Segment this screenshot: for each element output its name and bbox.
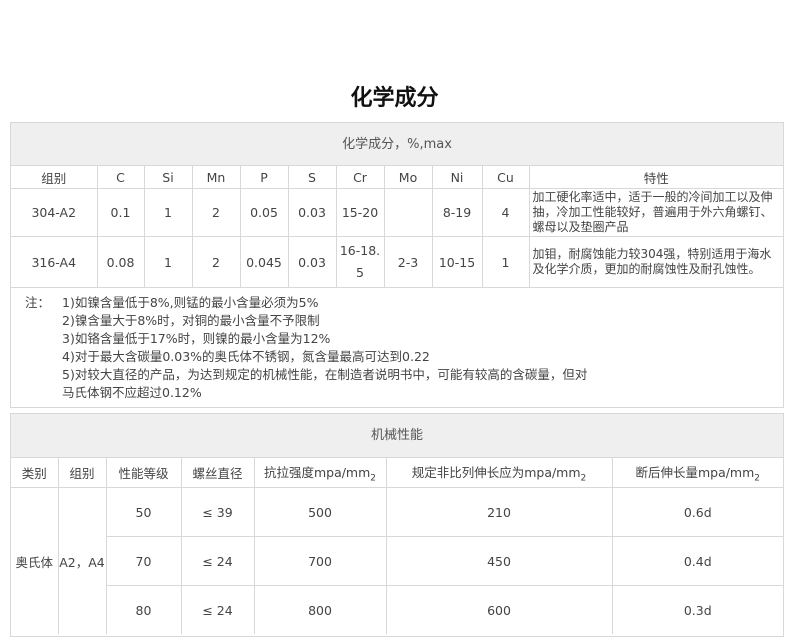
- table-cell: 600: [385, 585, 613, 634]
- col-header: 抗拉强度mpa/mm2: [253, 458, 387, 488]
- table-cell: 4: [481, 188, 530, 237]
- table-cell: 80: [106, 585, 182, 634]
- col-header: S: [287, 166, 337, 189]
- table-cell: 2-3: [383, 236, 433, 288]
- mechanical-table: 类别 组别 性能等级 螺丝直径 抗拉强度mpa/mm2 规定非比列伸长应为mpa…: [11, 458, 783, 634]
- table-cell: 0.045: [239, 236, 289, 288]
- col-header: Cr: [335, 166, 385, 189]
- feature-cell: 加钼，耐腐蚀能力较304强，特别适用于海水及化学介质，更加的耐腐蚀性及耐孔蚀性。: [528, 236, 783, 288]
- table-cell: 0.03: [287, 236, 337, 288]
- notes-block: 注： 1)如镍含量低于8%,则锰的最小含量必须为5% 2)镍含量大于8%时，对铜…: [11, 288, 783, 402]
- chemical-header-row: 组别 C Si Mn P S Cr Mo Ni Cu 特性: [11, 166, 783, 189]
- table-cell: 316-A4: [11, 236, 98, 288]
- table-cell: 16-18.5: [335, 236, 385, 288]
- table-cell: 304-A2: [11, 188, 98, 237]
- table-cell: 1: [143, 236, 193, 288]
- table-cell: 10-15: [431, 236, 483, 288]
- table-cell: ≤ 24: [180, 585, 255, 634]
- table-cell: 0.1: [96, 188, 145, 237]
- col-header: 断后伸长量mpa/mm2: [611, 458, 783, 488]
- table-cell: 0.08: [96, 236, 145, 288]
- col-header-text: 断后伸长量mpa/mm: [635, 464, 755, 480]
- col-header: 螺丝直径: [180, 458, 255, 488]
- table-cell: 70: [106, 536, 182, 586]
- group-cell: A2，A4: [57, 487, 107, 634]
- table-cell: 500: [253, 487, 387, 537]
- table-cell: 450: [385, 536, 613, 586]
- feature-cell: 加工硬化率适中，适于一般的冷间加工以及伸抽，冷加工性能较好，普遍用于外六角螺钉、…: [528, 188, 783, 237]
- table-cell: 0.4d: [611, 536, 783, 586]
- table-cell: 15-20: [335, 188, 385, 237]
- col-header: Mn: [191, 166, 241, 189]
- chemical-composition-section: 化学成分，%,max 组别 C Si Mn P S Cr Mo Ni Cu 特性…: [10, 122, 784, 408]
- col-header: 类别: [11, 458, 59, 488]
- col-header: Ni: [431, 166, 483, 189]
- col-header: Mo: [383, 166, 433, 189]
- col-header-text: 规定非比列伸长应为mpa/mm: [411, 464, 581, 480]
- table-cell: 700: [253, 536, 387, 586]
- table-cell: ≤ 39: [180, 487, 255, 537]
- mechanical-header-row: 类别 组别 性能等级 螺丝直径 抗拉强度mpa/mm2 规定非比列伸长应为mpa…: [11, 458, 783, 488]
- table-cell: 0.03: [287, 188, 337, 237]
- col-header: P: [239, 166, 289, 189]
- note-line: 马氏体钢不应超过0.12%: [62, 385, 202, 400]
- col-header: 规定非比列伸长应为mpa/mm2: [385, 458, 613, 488]
- page-title: 化学成分: [350, 86, 439, 111]
- col-header-text: 抗拉强度mpa/mm: [263, 464, 371, 480]
- col-header: 特性: [528, 166, 783, 189]
- note-line: 5)对较大直径的产品，为达到规定的机械性能，在制造者说明书中，可能有较高的含碳量…: [62, 367, 588, 382]
- table-cell: 2: [191, 236, 241, 288]
- unit-subscript: 2: [370, 473, 377, 484]
- table-row: 80 ≤ 24 800 600 0.3d: [11, 585, 783, 634]
- unit-subscript: 2: [580, 473, 587, 484]
- mechanical-properties-section: 机械性能 类别 组别 性能等级 螺丝直径 抗拉强度mpa/mm2 规定非比列伸长…: [10, 413, 784, 637]
- note-line: 3)如铬含量低于17%时，则镍的最小含量为12%: [62, 331, 331, 346]
- col-header: 性能等级: [105, 458, 182, 488]
- note-line: 2)镍含量大于8%时，对铜的最小含量不予限制: [62, 313, 320, 328]
- notes-label: 注：: [25, 295, 51, 310]
- note-line: 4)对于最大含碳量0.03%的奥氏体不锈钢，氮含量最高可达到0.22: [62, 349, 430, 364]
- col-header: 组别: [11, 166, 98, 189]
- table-cell: 210: [385, 487, 613, 537]
- table-row: 316-A4 0.08 1 2 0.045 0.03 16-18.5 2-3 1…: [11, 236, 783, 288]
- col-header: Si: [143, 166, 193, 189]
- table-cell: 0.3d: [611, 585, 783, 634]
- table-cell: 1: [143, 188, 193, 237]
- table-cell: 8-19: [431, 188, 483, 237]
- table-cell: 0.6d: [611, 487, 783, 537]
- table-cell: [383, 188, 433, 237]
- col-header: C: [96, 166, 145, 189]
- table-cell: 1: [481, 236, 530, 288]
- table-row: 304-A2 0.1 1 2 0.05 0.03 15-20 8-19 4 加工…: [11, 188, 783, 237]
- chemical-table: 组别 C Si Mn P S Cr Mo Ni Cu 特性 304-A2 0.1…: [11, 166, 783, 288]
- chemical-caption: 化学成分，%,max: [11, 123, 783, 166]
- table-cell: ≤ 24: [180, 536, 255, 586]
- table-cell: 0.05: [239, 188, 289, 237]
- table-row: 70 ≤ 24 700 450 0.4d: [11, 536, 783, 586]
- table-cell: 800: [253, 585, 387, 634]
- col-header: 组别: [57, 458, 107, 488]
- category-cell: 奥氏体: [11, 487, 59, 634]
- table-cell: 2: [191, 188, 241, 237]
- table-cell: 50: [105, 487, 182, 537]
- unit-subscript: 2: [754, 473, 761, 484]
- note-line: 1)如镍含量低于8%,则锰的最小含量必须为5%: [62, 295, 319, 310]
- col-header: Cu: [481, 166, 530, 189]
- table-row: 奥氏体 A2，A4 50 ≤ 39 500 210 0.6d: [11, 487, 783, 634]
- mechanical-caption: 机械性能: [11, 414, 783, 458]
